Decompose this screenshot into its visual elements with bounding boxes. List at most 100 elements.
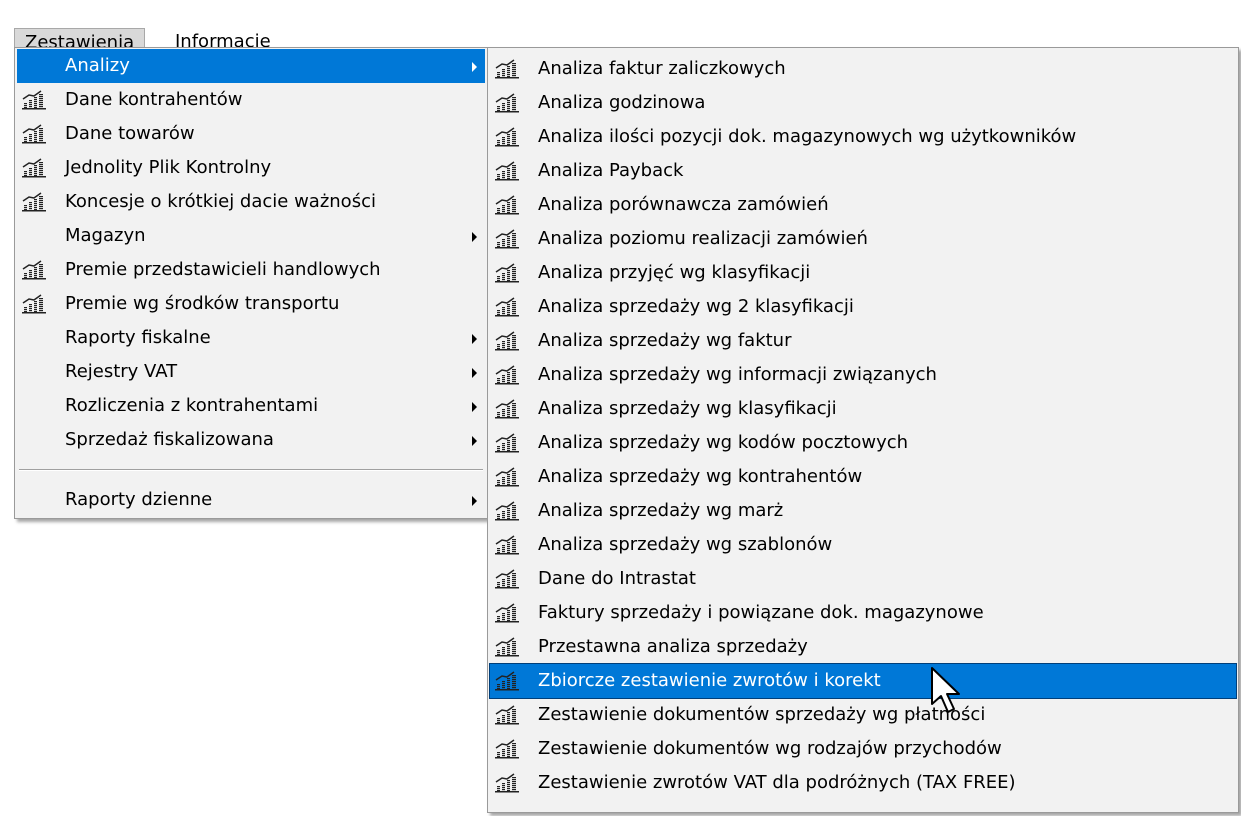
menu-separator xyxy=(19,469,483,471)
menu-item-label: Premie wg środków transportu xyxy=(65,293,340,314)
menu-item-label: Koncesje o krótkiej dacie ważności xyxy=(65,191,376,212)
submenu-item-label: Analiza poziomu realizacji zamówień xyxy=(538,228,868,249)
chart-bars-icon xyxy=(495,569,519,589)
menu-bar: Zestawienia Informacje xyxy=(0,12,1241,58)
submenu-item-przestawna-analiza-sprzedazy[interactable]: Przestawna analiza sprzedaży xyxy=(490,630,1236,664)
chart-bars-icon xyxy=(22,158,46,178)
chart-bars-icon xyxy=(495,433,519,453)
chart-bars-icon xyxy=(22,90,46,110)
chevron-right-icon xyxy=(472,496,477,506)
menu-item-koncesje-o-krotkiej-dacie-waznosci[interactable]: Koncesje o krótkiej dacie ważności xyxy=(17,185,485,219)
chevron-right-icon xyxy=(472,334,477,344)
submenu-item-analiza-sprzedazy-wg-kontrahentow[interactable]: Analiza sprzedaży wg kontrahentów xyxy=(490,460,1236,494)
submenu-item-analiza-sprzedazy-wg-informacji-zwiazany[interactable]: Analiza sprzedaży wg informacji związany… xyxy=(490,358,1236,392)
menu-item-dane-kontrahentow[interactable]: Dane kontrahentów xyxy=(17,83,485,117)
menu-item-analizy[interactable]: Analizy xyxy=(17,49,485,83)
chevron-right-icon xyxy=(472,402,477,412)
submenu-item-label: Analiza sprzedaży wg 2 klasyfikacji xyxy=(538,296,854,317)
menu-item-label: Rozliczenia z kontrahentami xyxy=(65,395,319,416)
chart-bars-icon xyxy=(22,192,46,212)
chart-bars-icon xyxy=(495,93,519,113)
chart-bars-icon xyxy=(22,260,46,280)
submenu-item-zestawienie-dokumentow-sprzedazy-wg-patn[interactable]: Zestawienie dokumentów sprzedaży wg płat… xyxy=(490,698,1236,732)
chart-bars-icon xyxy=(495,705,519,725)
chart-bars-icon xyxy=(495,501,519,521)
submenu-item-analiza-faktur-zaliczkowych[interactable]: Analiza faktur zaliczkowych xyxy=(490,52,1236,86)
submenu-item-analiza-poziomu-realizacji-zamowien[interactable]: Analiza poziomu realizacji zamówień xyxy=(490,222,1236,256)
submenu-item-faktury-sprzedazy-i-powiazane-dok-magazy[interactable]: Faktury sprzedaży i powiązane dok. magaz… xyxy=(490,596,1236,630)
submenu-item-label: Zestawienie zwrotów VAT dla podróżnych (… xyxy=(538,772,1016,793)
submenu-item-dane-do-intrastat[interactable]: Dane do Intrastat xyxy=(490,562,1236,596)
submenu-item-analiza-sprzedazy-wg-faktur[interactable]: Analiza sprzedaży wg faktur xyxy=(490,324,1236,358)
chart-bars-icon xyxy=(495,229,519,249)
menu-item-label: Dane towarów xyxy=(65,123,195,144)
submenu-item-label: Analiza sprzedaży wg kontrahentów xyxy=(538,466,863,487)
menu-item-label: Raporty dzienne xyxy=(65,489,213,510)
chart-bars-icon xyxy=(495,467,519,487)
menu-item-raporty-dzienne[interactable]: Raporty dzienne xyxy=(17,483,485,517)
submenu-item-label: Zestawienie dokumentów wg rodzajów przyc… xyxy=(538,738,1002,759)
submenu-item-analiza-ilosci-pozycji-dok-magazynowych-[interactable]: Analiza ilości pozycji dok. magazynowych… xyxy=(490,120,1236,154)
menu-item-label: Rejestry VAT xyxy=(65,361,178,382)
chart-bars-icon xyxy=(495,297,519,317)
chevron-right-icon xyxy=(472,436,477,446)
chart-bars-icon xyxy=(495,773,519,793)
chart-bars-icon xyxy=(495,671,519,691)
submenu-item-label: Analiza przyjęć wg klasyfikacji xyxy=(538,262,811,283)
submenu-item-zbiorcze-zestawienie-zwrotow-i-korekt[interactable]: Zbiorcze zestawienie zwrotów i korekt xyxy=(489,663,1237,699)
submenu-item-analiza-sprzedazy-wg-klasyfikacji[interactable]: Analiza sprzedaży wg klasyfikacji xyxy=(490,392,1236,426)
submenu-item-label: Analiza ilości pozycji dok. magazynowych… xyxy=(538,126,1077,147)
chevron-right-icon xyxy=(472,368,477,378)
chart-bars-icon xyxy=(495,739,519,759)
menu-item-label: Dane kontrahentów xyxy=(65,89,243,110)
menu-item-rozliczenia-z-kontrahentami[interactable]: Rozliczenia z kontrahentami xyxy=(17,389,485,423)
menu-item-raporty-fiskalne[interactable]: Raporty fiskalne xyxy=(17,321,485,355)
submenu-item-analiza-godzinowa[interactable]: Analiza godzinowa xyxy=(490,86,1236,120)
submenu-item-analiza-sprzedazy-wg-kodow-pocztowych[interactable]: Analiza sprzedaży wg kodów pocztowych xyxy=(490,426,1236,460)
chart-bars-icon xyxy=(495,603,519,623)
chart-bars-icon xyxy=(495,161,519,181)
submenu-item-zestawienie-dokumentow-wg-rodzajow-przyc[interactable]: Zestawienie dokumentów wg rodzajów przyc… xyxy=(490,732,1236,766)
submenu-item-analiza-przyjec-wg-klasyfikacji[interactable]: Analiza przyjęć wg klasyfikacji xyxy=(490,256,1236,290)
zestawienia-dropdown: Analizy Dane kontrahentów Dane towarów Jedn… xyxy=(14,47,488,519)
analizy-submenu: Analiza faktur zaliczkowych Analiza godzi… xyxy=(487,47,1239,813)
submenu-item-zestawienie-zwrotow-vat-dla-podroznych-t[interactable]: Zestawienie zwrotów VAT dla podróżnych (… xyxy=(490,766,1236,800)
submenu-item-analiza-sprzedazy-wg-szablonow[interactable]: Analiza sprzedaży wg szablonów xyxy=(490,528,1236,562)
mouse-cursor-icon xyxy=(931,667,960,713)
menu-item-sprzedaz-fiskalizowana[interactable]: Sprzedaż fiskalizowana xyxy=(17,423,485,457)
submenu-item-label: Analiza sprzedaży wg szablonów xyxy=(538,534,833,555)
menu-item-magazyn[interactable]: Magazyn xyxy=(17,219,485,253)
submenu-item-label: Analiza sprzedaży wg kodów pocztowych xyxy=(538,432,909,453)
submenu-item-analiza-sprzedazy-wg-marz[interactable]: Analiza sprzedaży wg marż xyxy=(490,494,1236,528)
submenu-item-label: Analiza porównawcza zamówień xyxy=(538,194,829,215)
chart-bars-icon xyxy=(495,365,519,385)
menu-item-dane-towarow[interactable]: Dane towarów xyxy=(17,117,485,151)
menu-item-jednolity-plik-kontrolny[interactable]: Jednolity Plik Kontrolny xyxy=(17,151,485,185)
chart-bars-icon xyxy=(22,124,46,144)
menu-item-label: Sprzedaż fiskalizowana xyxy=(65,429,274,450)
submenu-item-label: Analiza sprzedaży wg informacji związany… xyxy=(538,364,937,385)
menu-item-premie-przedstawicieli-handlowych[interactable]: Premie przedstawicieli handlowych xyxy=(17,253,485,287)
submenu-item-label: Analiza Payback xyxy=(538,160,684,181)
submenu-item-label: Przestawna analiza sprzedaży xyxy=(538,636,808,657)
submenu-item-analiza-sprzedazy-wg-2-klasyfikacji[interactable]: Analiza sprzedaży wg 2 klasyfikacji xyxy=(490,290,1236,324)
chart-bars-icon xyxy=(495,127,519,147)
submenu-item-label: Zbiorcze zestawienie zwrotów i korekt xyxy=(538,670,881,691)
submenu-item-analiza-porownawcza-zamowien[interactable]: Analiza porównawcza zamówień xyxy=(490,188,1236,222)
menu-item-premie-wg-srodkow-transportu[interactable]: Premie wg środków transportu xyxy=(17,287,485,321)
submenu-item-label: Analiza faktur zaliczkowych xyxy=(538,58,786,79)
menu-item-rejestry-vat[interactable]: Rejestry VAT xyxy=(17,355,485,389)
menu-item-label: Jednolity Plik Kontrolny xyxy=(65,157,272,178)
submenu-item-label: Zestawienie dokumentów sprzedaży wg płat… xyxy=(538,704,986,725)
chevron-right-icon xyxy=(472,232,477,242)
submenu-item-label: Analiza sprzedaży wg klasyfikacji xyxy=(538,398,837,419)
chart-bars-icon xyxy=(495,637,519,657)
menu-item-label: Analizy xyxy=(65,55,130,76)
chart-bars-icon xyxy=(495,535,519,555)
chevron-right-icon xyxy=(472,62,477,72)
menu-item-label: Premie przedstawicieli handlowych xyxy=(65,259,381,280)
chart-bars-icon xyxy=(495,195,519,215)
chart-bars-icon xyxy=(22,294,46,314)
submenu-item-analiza-payback[interactable]: Analiza Payback xyxy=(490,154,1236,188)
submenu-item-label: Dane do Intrastat xyxy=(538,568,696,589)
